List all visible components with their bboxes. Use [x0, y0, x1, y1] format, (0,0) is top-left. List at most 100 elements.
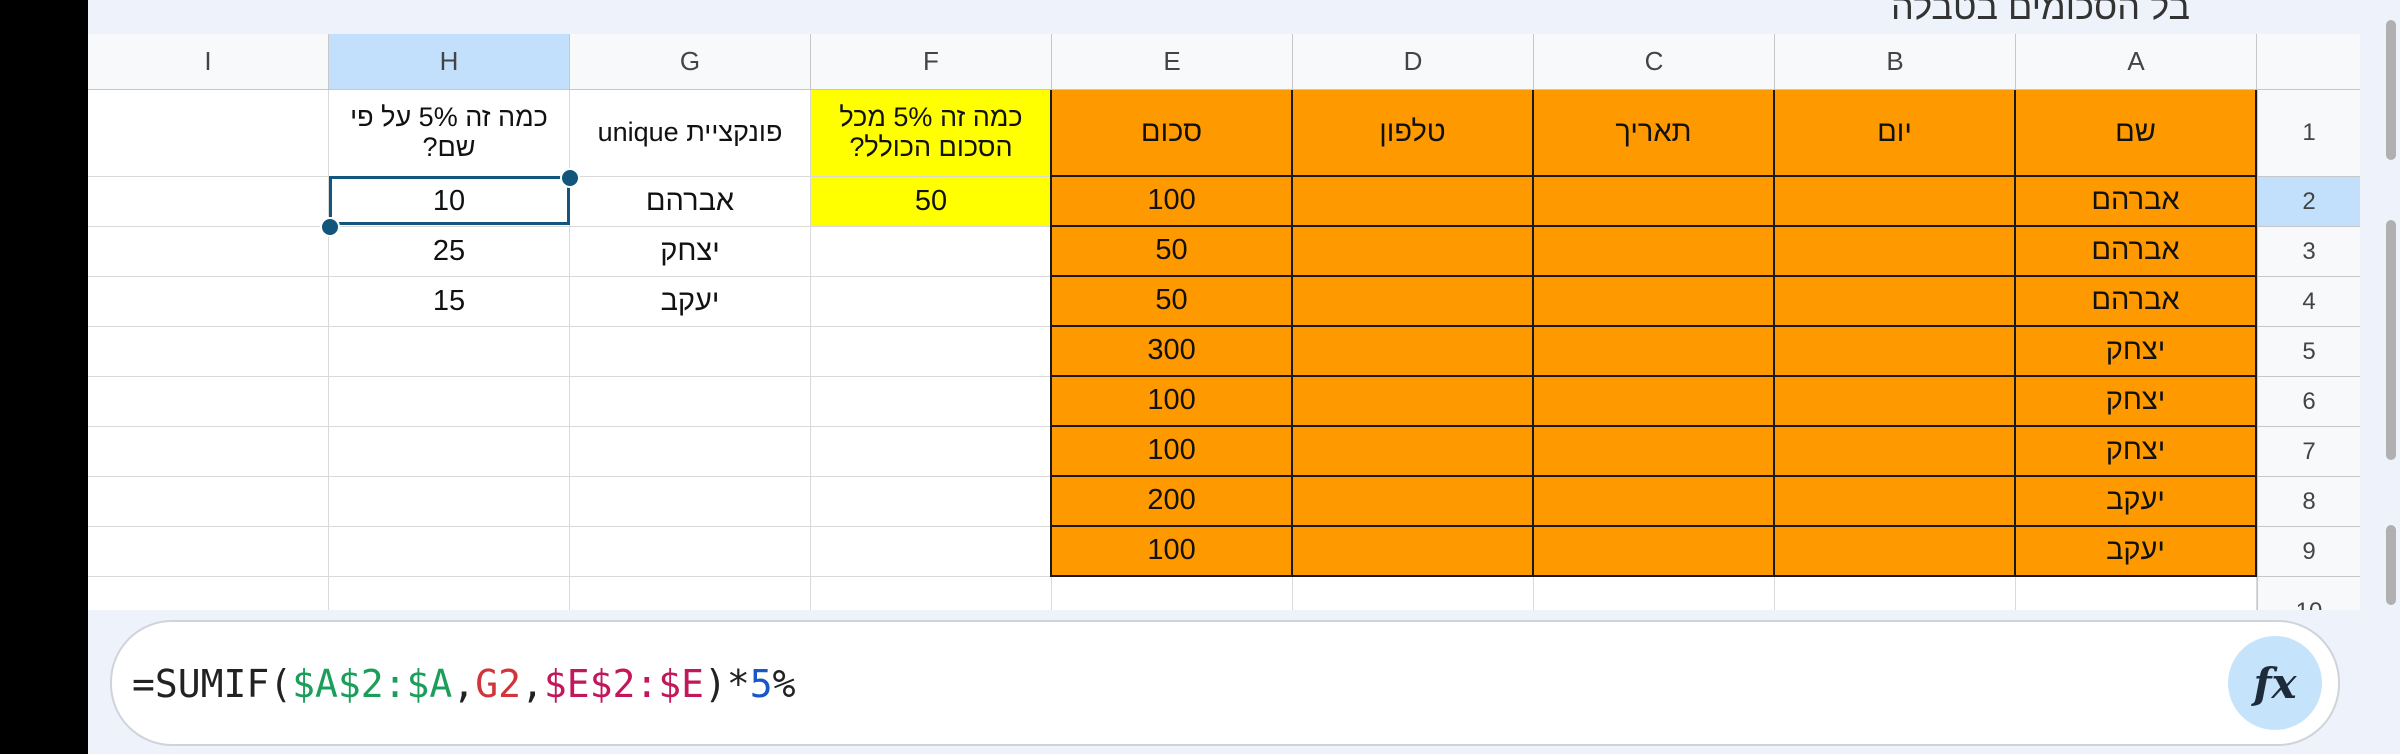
cell-d3[interactable]: [1293, 227, 1534, 277]
cell-e6[interactable]: 100: [1052, 377, 1293, 427]
selection-handle-bottom[interactable]: [320, 217, 340, 237]
row-header-1[interactable]: 1: [2257, 90, 2360, 177]
cell-i7[interactable]: [88, 427, 329, 477]
cell-e8[interactable]: 200: [1052, 477, 1293, 527]
cell-g8[interactable]: [570, 477, 811, 527]
row-header-7[interactable]: 7: [2257, 427, 2360, 477]
cell-a2[interactable]: אברהם: [2016, 177, 2257, 227]
cell-f5[interactable]: [811, 327, 1052, 377]
cell-i3[interactable]: [88, 227, 329, 277]
cell-g3[interactable]: יצחק: [570, 227, 811, 277]
cell-h7[interactable]: [329, 427, 570, 477]
cell-c9[interactable]: [1534, 527, 1775, 577]
column-header-a[interactable]: A: [2016, 34, 2257, 90]
cell-h8[interactable]: [329, 477, 570, 527]
cell-d8[interactable]: [1293, 477, 1534, 527]
formula-input[interactable]: =SUMIF($A$2:$A,G2,$E$2:$E)*5%: [132, 662, 796, 706]
spreadsheet-grid[interactable]: I H G F E D C B A 1 2 3 4 5 6 7 8 9 10 כ…: [88, 34, 2360, 627]
cell-b5[interactable]: [1775, 327, 2016, 377]
cell-i6[interactable]: [88, 377, 329, 427]
cell-i9[interactable]: [88, 527, 329, 577]
column-header-g[interactable]: G: [570, 34, 811, 90]
cell-e7[interactable]: 100: [1052, 427, 1293, 477]
column-header-c[interactable]: C: [1534, 34, 1775, 90]
row-header-5[interactable]: 5: [2257, 327, 2360, 377]
cell-a5[interactable]: יצחק: [2016, 327, 2257, 377]
cell-h2[interactable]: 10: [329, 177, 570, 227]
cell-i2[interactable]: [88, 177, 329, 227]
cell-c5[interactable]: [1534, 327, 1775, 377]
column-header-i[interactable]: I: [88, 34, 329, 90]
cell-h3[interactable]: 25: [329, 227, 570, 277]
select-all-corner[interactable]: [2257, 34, 2360, 90]
cell-h4[interactable]: 15: [329, 277, 570, 327]
cell-e5[interactable]: 300: [1052, 327, 1293, 377]
cell-f6[interactable]: [811, 377, 1052, 427]
cell-g2[interactable]: אברהם: [570, 177, 811, 227]
vertical-scrollbar-track[interactable]: [2386, 220, 2396, 460]
cell-d2[interactable]: [1293, 177, 1534, 227]
row-header-6[interactable]: 6: [2257, 377, 2360, 427]
cell-b3[interactable]: [1775, 227, 2016, 277]
cell-f4[interactable]: [811, 277, 1052, 327]
cell-c2[interactable]: [1534, 177, 1775, 227]
cell-f7[interactable]: [811, 427, 1052, 477]
formula-bar[interactable]: =SUMIF($A$2:$A,G2,$E$2:$E)*5% fx: [110, 620, 2340, 746]
cell-g7[interactable]: [570, 427, 811, 477]
cell-d7[interactable]: [1293, 427, 1534, 477]
cell-i1[interactable]: [88, 90, 329, 177]
cell-i5[interactable]: [88, 327, 329, 377]
row-header-8[interactable]: 8: [2257, 477, 2360, 527]
cell-a8[interactable]: יעקב: [2016, 477, 2257, 527]
cell-g1[interactable]: פונקציית unique: [570, 90, 811, 177]
cell-a1[interactable]: שם: [2016, 90, 2257, 177]
cell-a7[interactable]: יצחק: [2016, 427, 2257, 477]
cell-c1[interactable]: תאריך: [1534, 90, 1775, 177]
cell-h9[interactable]: [329, 527, 570, 577]
cell-f1[interactable]: כמה זה 5% מכל הסכום הכולל?: [811, 90, 1052, 177]
cell-a9[interactable]: יעקב: [2016, 527, 2257, 577]
column-header-d[interactable]: D: [1293, 34, 1534, 90]
cell-a3[interactable]: אברהם: [2016, 227, 2257, 277]
cell-e3[interactable]: 50: [1052, 227, 1293, 277]
cell-c4[interactable]: [1534, 277, 1775, 327]
cell-f9[interactable]: [811, 527, 1052, 577]
row-header-2[interactable]: 2: [2257, 177, 2360, 227]
row-header-3[interactable]: 3: [2257, 227, 2360, 277]
cell-b7[interactable]: [1775, 427, 2016, 477]
cell-c7[interactable]: [1534, 427, 1775, 477]
selection-handle-top[interactable]: [560, 168, 580, 188]
cell-b1[interactable]: יום: [1775, 90, 2016, 177]
cell-e1[interactable]: סכום: [1052, 90, 1293, 177]
cell-d5[interactable]: [1293, 327, 1534, 377]
cell-b8[interactable]: [1775, 477, 2016, 527]
row-header-4[interactable]: 4: [2257, 277, 2360, 327]
row-header-9[interactable]: 9: [2257, 527, 2360, 577]
cell-d1[interactable]: טלפון: [1293, 90, 1534, 177]
cell-b2[interactable]: [1775, 177, 2016, 227]
column-header-b[interactable]: B: [1775, 34, 2016, 90]
column-header-f[interactable]: F: [811, 34, 1052, 90]
cell-h5[interactable]: [329, 327, 570, 377]
cell-h1[interactable]: כמה זה 5% על פי שם?: [329, 90, 570, 177]
cell-g4[interactable]: יעקב: [570, 277, 811, 327]
cell-c6[interactable]: [1534, 377, 1775, 427]
cell-d6[interactable]: [1293, 377, 1534, 427]
cell-d9[interactable]: [1293, 527, 1534, 577]
cell-a6[interactable]: יצחק: [2016, 377, 2257, 427]
cell-a4[interactable]: אברהם: [2016, 277, 2257, 327]
cell-d4[interactable]: [1293, 277, 1534, 327]
cell-g5[interactable]: [570, 327, 811, 377]
vertical-scrollbar-thumb[interactable]: [2386, 20, 2396, 160]
cell-b9[interactable]: [1775, 527, 2016, 577]
cell-c3[interactable]: [1534, 227, 1775, 277]
cell-i4[interactable]: [88, 277, 329, 327]
cell-e9[interactable]: 100: [1052, 527, 1293, 577]
cell-c8[interactable]: [1534, 477, 1775, 527]
column-header-e[interactable]: E: [1052, 34, 1293, 90]
cell-f8[interactable]: [811, 477, 1052, 527]
fx-icon[interactable]: fx: [2228, 636, 2322, 730]
cell-e4[interactable]: 50: [1052, 277, 1293, 327]
cell-f3[interactable]: [811, 227, 1052, 277]
cell-g6[interactable]: [570, 377, 811, 427]
